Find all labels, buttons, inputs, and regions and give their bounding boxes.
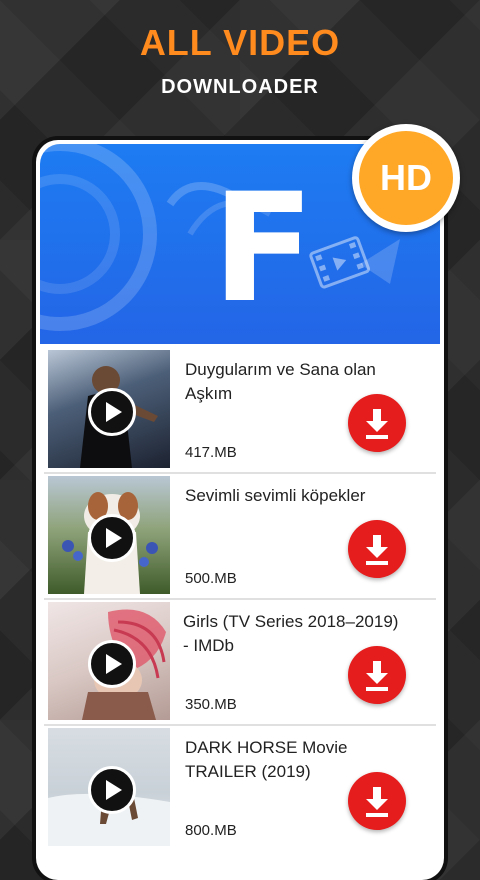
video-thumbnail[interactable] <box>48 602 170 720</box>
download-icon <box>366 787 388 817</box>
video-size: 350.MB <box>185 696 237 713</box>
download-button[interactable] <box>348 646 406 704</box>
video-size: 500.MB <box>185 570 237 587</box>
video-size: 417.MB <box>185 444 237 461</box>
play-icon[interactable] <box>88 388 136 436</box>
facebook-logo-letter: F <box>212 162 315 336</box>
app-subtitle: DOWNLOADER <box>161 76 319 98</box>
download-icon <box>366 661 388 691</box>
download-button[interactable] <box>348 520 406 578</box>
video-thumbnail[interactable] <box>48 728 170 846</box>
list-item[interactable]: Sevimli sevimli köpekler 500.MB <box>36 476 444 600</box>
divider <box>44 724 436 726</box>
play-icon[interactable] <box>88 766 136 814</box>
film-icon <box>309 236 370 289</box>
hd-badge: HD <box>352 124 460 232</box>
play-icon[interactable] <box>88 514 136 562</box>
phone-frame: F Duygularım ve Sana olan Aşkım 417.MB S… <box>36 140 444 880</box>
download-button[interactable] <box>348 772 406 830</box>
hd-badge-label: HD <box>359 131 453 225</box>
list-item[interactable]: Girls (TV Series 2018–2019) - IMDb 350.M… <box>36 602 444 726</box>
divider <box>44 472 436 474</box>
download-icon <box>366 409 388 439</box>
list-item[interactable]: Duygularım ve Sana olan Aşkım 417.MB <box>36 350 444 474</box>
video-thumbnail[interactable] <box>48 350 170 468</box>
video-thumbnail[interactable] <box>48 476 170 594</box>
divider <box>44 598 436 600</box>
play-icon[interactable] <box>88 640 136 688</box>
download-button[interactable] <box>348 394 406 452</box>
list-item[interactable]: DARK HORSE Movie TRAILER (2019) 800.MB <box>36 728 444 852</box>
video-size: 800.MB <box>185 822 237 839</box>
app-title: ALL VIDEO <box>139 22 341 63</box>
video-title: Sevimli sevimli köpekler <box>185 486 366 505</box>
download-icon <box>366 535 388 565</box>
